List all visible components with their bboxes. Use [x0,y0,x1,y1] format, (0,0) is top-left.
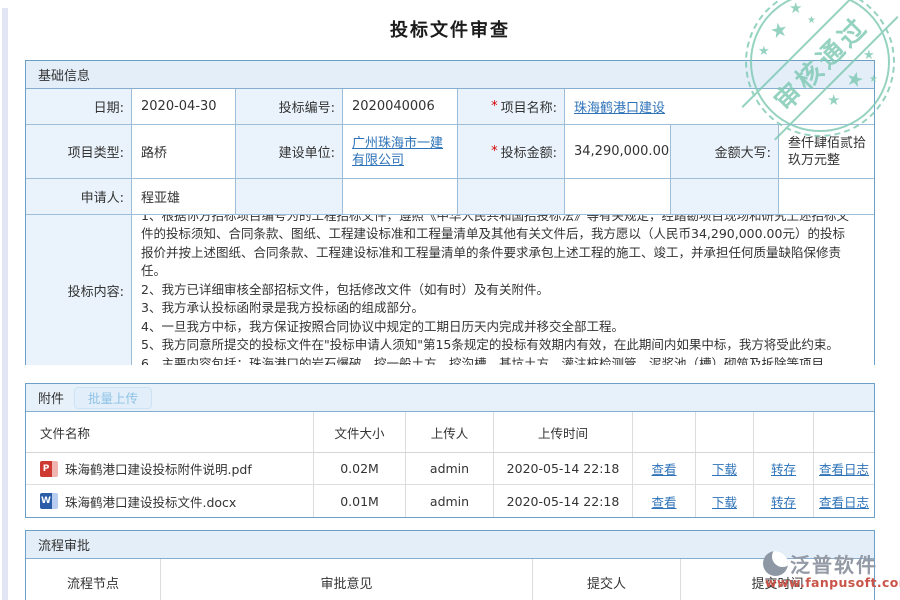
basic-info-section-header: 基础信息 [26,61,874,89]
pdf-file-icon: P [40,461,58,477]
view-link[interactable]: 查看 [651,492,676,511]
amount-words-value: 叁仟肆佰贰拾玖万元整 [779,125,874,178]
bid-number-label: 投标编号: [236,89,343,124]
empty-label-cell [671,179,779,214]
project-type-label: 项目类型: [26,125,132,178]
empty-label-cell [236,179,343,214]
attachments-title: 附件 [38,388,64,407]
bid-amount-value: 34,290,000.000 [565,125,671,178]
file-name: 珠海鹤港口建设投标文件.docx [65,492,236,511]
transfer-link[interactable]: 转存 [771,492,796,511]
attachments-table-header: 文件名称 文件大小 上传人 上传时间 [26,412,874,453]
applicant-value: 程亚雄 [132,179,236,214]
bid-content-text: 1、根据你方招标项目编号为的工程招标文件，遵照《中华人民共和国招投标法》等有关规… [141,215,868,365]
file-upload-time: 2020-05-14 22:18 [494,453,633,484]
word-file-icon: W [40,493,58,509]
file-size: 0.01M [314,485,406,517]
bid-content-cell: 1、根据你方招标项目编号为的工程招标文件，遵照《中华人民共和国招投标法》等有关规… [132,215,874,365]
required-mark: * [491,99,498,114]
date-label: 日期: [26,89,132,124]
amount-words-label: 金额大写: [671,125,779,178]
file-name-cell: W 珠海鹤港口建设投标文件.docx [26,485,314,517]
basic-info-row-2: 项目类型: 路桥 建设单位: 广州珠海市一建有限公司 * 投标金额: 34,29… [26,125,874,179]
file-size: 0.02M [314,453,406,484]
view-link[interactable]: 查看 [651,459,676,478]
batch-upload-button[interactable]: 批量上传 [74,387,152,409]
file-name: 珠海鹤港口建设投标附件说明.pdf [65,459,252,478]
basic-info-row-1: 日期: 2020-04-30 投标编号: 2020040006 * 项目名称: … [26,89,874,125]
column-header-upload-time: 上传时间 [494,412,633,452]
project-name-link[interactable]: 珠海鹤港口建设 [574,97,665,116]
empty-value-cell [779,179,874,214]
empty-value-cell [343,179,458,214]
bid-document-review-page: 投标文件审查 基础信息 日期: 2020-04-30 投标编号: 2020040… [0,0,900,600]
bid-amount-label: * 投标金额: [458,125,565,178]
file-uploader: admin [406,485,494,517]
build-unit-label: 建设单位: [236,125,343,178]
applicant-label: 申请人: [26,179,132,214]
attachments-section: 附件 批量上传 文件名称 文件大小 上传人 上传时间 P 珠海鹤港口建设投标附件… [25,383,875,518]
file-uploader: admin [406,453,494,484]
column-header-action [814,412,874,452]
empty-label-cell [458,179,565,214]
transfer-link[interactable]: 转存 [771,459,796,478]
attachment-row-pdf: P 珠海鹤港口建设投标附件说明.pdf 0.02M admin 2020-05-… [26,453,874,485]
column-header-file-size: 文件大小 [314,412,406,452]
vendor-website: www.fanpusoft.com [763,575,900,590]
workflow-table-header: 流程节点 审批意见 提交人 提交时间 [26,559,874,600]
empty-value-cell [565,179,671,214]
attachment-row-docx: W 珠海鹤港口建设投标文件.docx 0.01M admin 2020-05-1… [26,485,874,517]
workflow-approval-section: 流程审批 流程节点 审批意见 提交人 提交时间 [25,530,875,600]
date-value: 2020-04-30 [132,89,236,124]
attachments-section-header: 附件 批量上传 [26,384,874,412]
basic-info-section: 基础信息 日期: 2020-04-30 投标编号: 2020040006 * 项… [25,60,875,365]
download-link[interactable]: 下载 [712,492,737,511]
view-log-link[interactable]: 查看日志 [819,459,869,478]
column-header-file-name: 文件名称 [26,412,314,452]
build-unit-link[interactable]: 广州珠海市一建有限公司 [352,135,451,169]
column-header-flow-node: 流程节点 [26,559,161,600]
column-header-approval-opinion: 审批意见 [161,559,533,600]
column-header-uploader: 上传人 [406,412,494,452]
column-header-action [696,412,754,452]
star-icon: ★ [758,45,770,58]
vendor-logo: 泛普软件 www.fanpusoft.com [763,549,900,590]
project-type-value: 路桥 [132,125,236,178]
column-header-submitter: 提交人 [533,559,681,600]
fanpu-logo-icon [763,551,788,576]
project-name-cell: 珠海鹤港口建设 [565,89,874,124]
vendor-brand-name: 泛普软件 [790,549,878,578]
file-upload-time: 2020-05-14 22:18 [494,485,633,517]
bid-content-row: 投标内容: 1、根据你方招标项目编号为的工程招标文件，遵照《中华人民共和国招投标… [26,215,874,365]
bid-number-value: 2020040006 [343,89,458,124]
download-link[interactable]: 下载 [712,459,737,478]
project-name-label: * 项目名称: [458,89,565,124]
star-icon: ★ [789,1,802,16]
basic-info-row-3: 申请人: 程亚雄 [26,179,874,215]
bid-content-label: 投标内容: [26,215,132,365]
file-name-cell: P 珠海鹤港口建设投标附件说明.pdf [26,453,314,484]
build-unit-cell: 广州珠海市一建有限公司 [343,125,458,178]
view-log-link[interactable]: 查看日志 [819,492,869,511]
workflow-section-header: 流程审批 [26,531,874,559]
left-edge-strip [2,8,8,600]
page-title: 投标文件审查 [0,16,900,42]
required-mark: * [491,144,498,159]
column-header-action [633,412,696,452]
column-header-action [754,412,814,452]
